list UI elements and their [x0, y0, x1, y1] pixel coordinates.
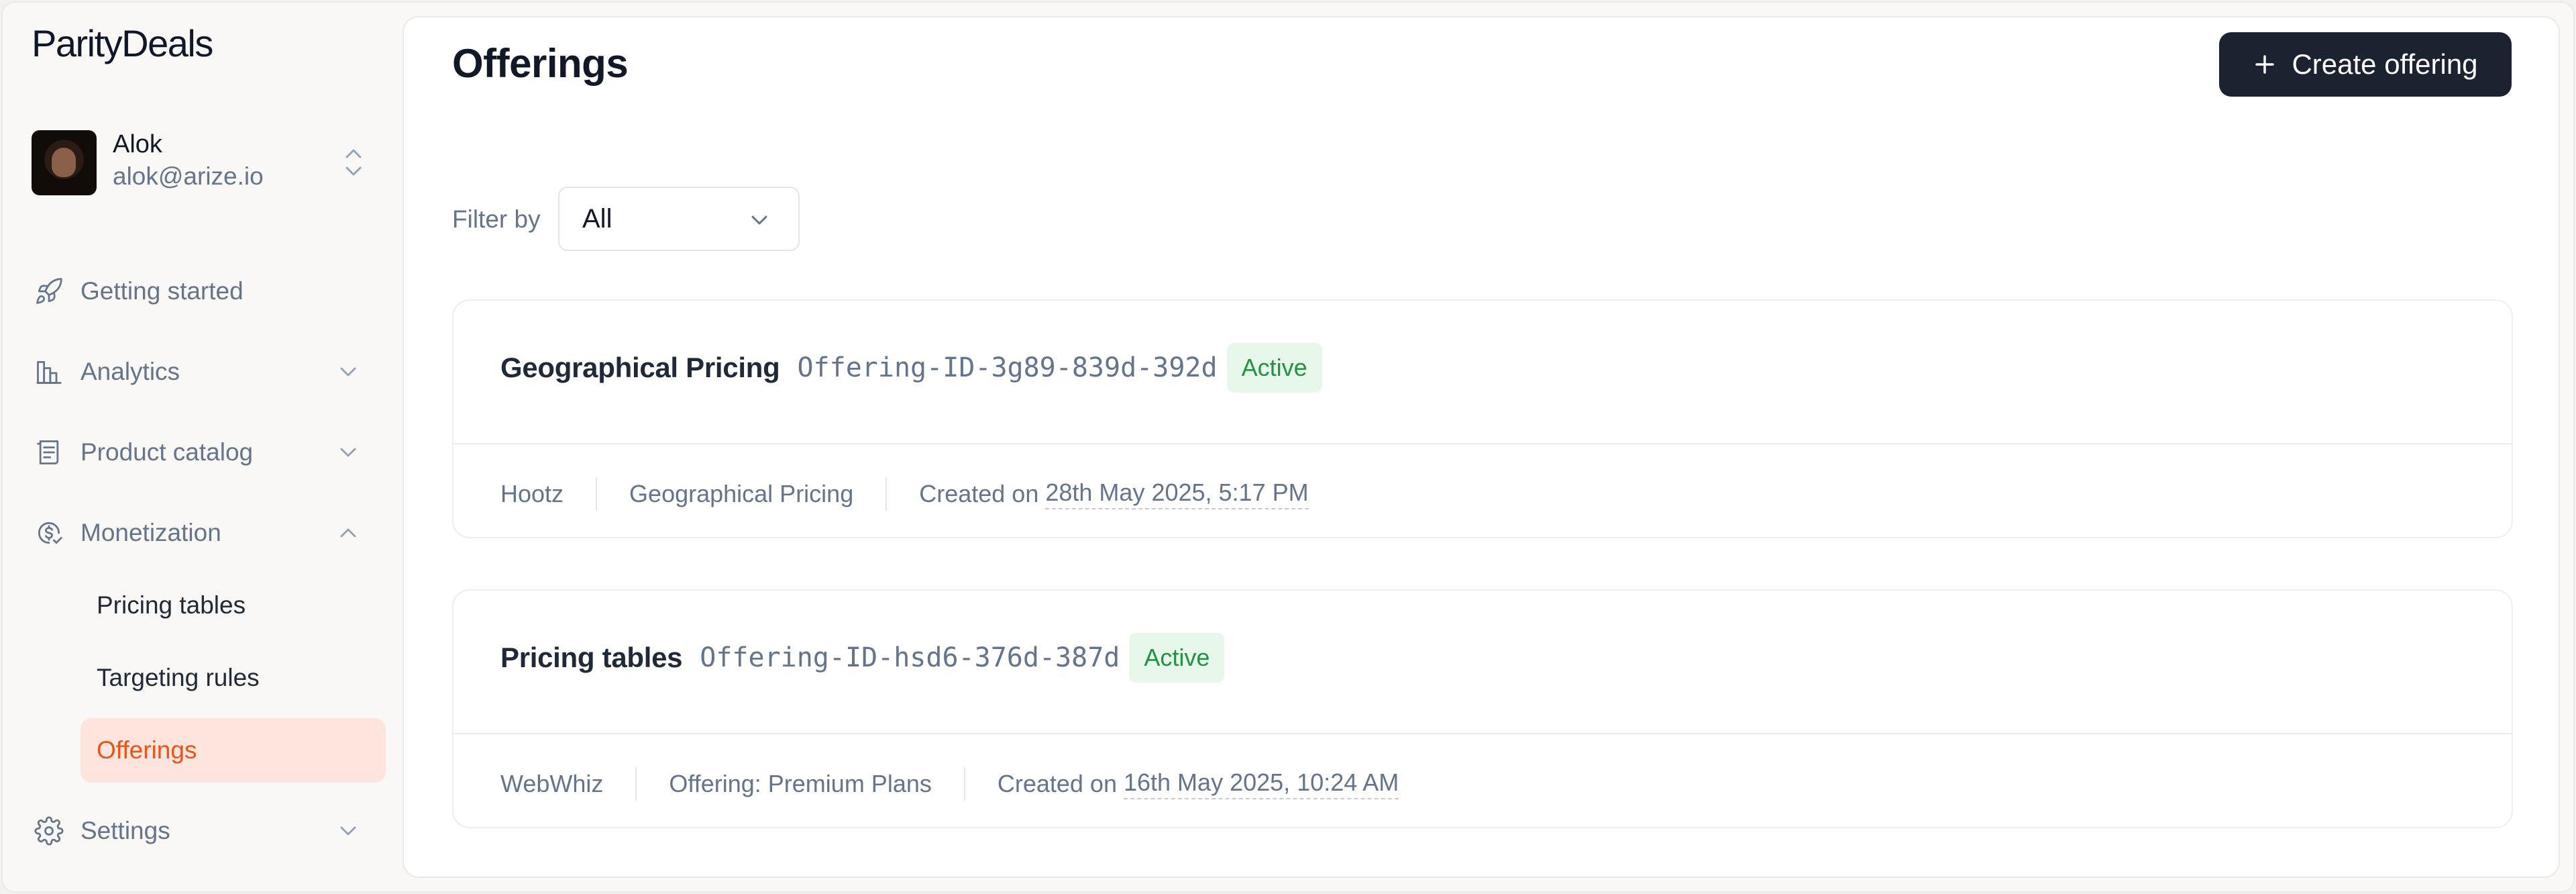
divider [453, 443, 2512, 444]
dollar-coin-icon [32, 515, 66, 550]
offering-type: Geographical Pricing [629, 480, 854, 507]
meta-separator [596, 477, 598, 511]
offering-card[interactable]: Pricing tables Offering-ID-hsd6-376d-387… [452, 589, 2513, 828]
offering-created-date[interactable]: 28th May 2025, 5:17 PM [1045, 479, 1309, 509]
filter-label: Filter by [452, 205, 541, 233]
bar-chart-icon [32, 354, 66, 389]
account-email: alok@arize.io [113, 162, 264, 190]
sidebar-item-label: Product catalog [80, 438, 254, 466]
chevron-down-icon [751, 215, 767, 225]
catalog-icon [32, 435, 66, 470]
sidebar-item-label: Monetization [80, 519, 221, 546]
offering-id: Offering-ID-3g89-839d-392d [797, 352, 1218, 383]
chevron-down-icon [340, 448, 356, 457]
chevron-up-icon [340, 528, 356, 538]
sidebar-item-label: Getting started [80, 277, 244, 305]
account-switcher[interactable]: Alok alok@arize.io [32, 130, 380, 197]
brand-logo[interactable]: ParityDeals [32, 21, 213, 65]
offering-product: WebWhiz [500, 770, 604, 797]
status-badge: Active [1226, 343, 1322, 393]
sidebar-item-product-catalog[interactable]: Product catalog [32, 426, 375, 479]
sidebar-subitem-targeting-rules[interactable]: Targeting rules [80, 646, 386, 710]
sidebar-subitem-pricing-tables[interactable]: Pricing tables [80, 573, 386, 638]
create-offering-button[interactable]: Create offering [2219, 32, 2512, 97]
account-name: Alok [113, 130, 162, 158]
offering-meta: WebWhiz Offering: Premium Plans Created … [500, 757, 1399, 811]
offering-title: Pricing tables [500, 642, 683, 673]
sidebar-item-analytics[interactable]: Analytics [32, 345, 375, 399]
offering-created-prefix: Created on [919, 480, 1039, 507]
meta-separator [963, 767, 965, 801]
offering-card[interactable]: Geographical Pricing Offering-ID-3g89-83… [452, 299, 2513, 538]
offering-id: Offering-ID-hsd6-376d-387d [700, 642, 1120, 673]
offering-title: Geographical Pricing [500, 352, 780, 383]
divider [453, 733, 2512, 734]
chevron-down-icon [340, 367, 356, 377]
offering-meta: Hootz Geographical Pricing Created on 28… [500, 467, 1309, 521]
plus-icon [2255, 55, 2275, 74]
offering-created-date[interactable]: 16th May 2025, 10:24 AM [1123, 768, 1399, 799]
offering-card-header: Pricing tables Offering-ID-hsd6-376d-387… [500, 631, 1225, 685]
chevron-down-icon [340, 826, 356, 836]
meta-separator [635, 767, 637, 801]
sidebar-item-getting-started[interactable]: Getting started [32, 264, 375, 318]
filter-value: All [582, 203, 612, 234]
offering-product: Hootz [500, 480, 564, 507]
sidebar-item-label: Settings [80, 817, 170, 844]
status-badge: Active [1129, 633, 1225, 683]
sidebar-item-settings[interactable]: Settings [32, 804, 375, 858]
chevron-up-down-icon[interactable] [340, 142, 367, 183]
sidebar-item-label: Analytics [80, 358, 180, 385]
create-offering-label: Create offering [2292, 48, 2478, 80]
main-panel: Offerings Create offering Filter by All … [402, 16, 2560, 878]
meta-separator [885, 477, 888, 511]
sidebar: ParityDeals Alok alok@arize.io Getting s… [0, 0, 402, 894]
offering-type: Offering: Premium Plans [669, 770, 932, 797]
avatar [32, 130, 97, 195]
offering-card-header: Geographical Pricing Offering-ID-3g89-83… [500, 341, 1322, 395]
page-title: Offerings [452, 41, 629, 86]
sidebar-item-monetization[interactable]: Monetization [32, 506, 375, 560]
sidebar-subitem-offerings[interactable]: Offerings [80, 718, 386, 783]
offering-created-prefix: Created on [997, 770, 1117, 797]
gear-icon [32, 813, 66, 848]
filter-select[interactable]: All [558, 187, 800, 251]
rocket-icon [32, 274, 66, 309]
